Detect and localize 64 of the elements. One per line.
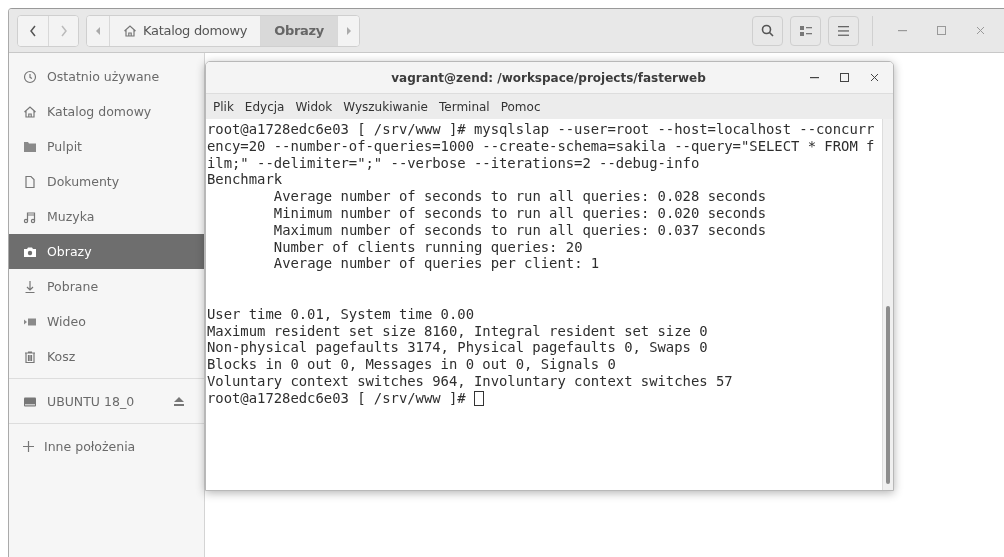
list-view-icon: [799, 25, 812, 36]
scroll-right-button[interactable]: [337, 15, 359, 46]
plus-icon: [23, 441, 34, 452]
home-icon: [123, 23, 137, 38]
view-toggle-button[interactable]: [790, 15, 821, 46]
back-icon: [29, 24, 37, 37]
menu-item[interactable]: Terminal: [439, 99, 490, 114]
window-title: vagrant@zend: /workspace/projects/fasterweb: [390, 70, 707, 85]
terminal-line: Maximum number of seconds to run all queries: 0.037 seconds: [272, 221, 767, 239]
right-triangle-icon: [346, 26, 351, 35]
sidebar-item[interactable]: Wideo: [9, 304, 204, 339]
sidebar-item[interactable]: Pobrane: [9, 269, 204, 304]
scrollbar[interactable]: [882, 119, 893, 490]
sidebar-item[interactable]: Dokumenty: [9, 164, 204, 199]
forward-button[interactable]: [48, 15, 78, 46]
home-icon: [23, 104, 37, 119]
eject-icon: [174, 397, 184, 406]
search-button[interactable]: [752, 15, 783, 46]
terminal-line: Minimum number of seconds to run all queries: 0.020 seconds: [272, 205, 767, 222]
close-icon: [976, 27, 984, 34]
menu-button[interactable]: [828, 15, 859, 46]
terminal-line: Benchmark: [207, 171, 283, 189]
maximize-icon: [936, 26, 946, 35]
sidebar-item[interactable]: Inne położenia: [9, 429, 204, 464]
menu-item[interactable]: Wyszukiwanie: [343, 99, 428, 114]
terminal-line: Number of clients running queries: 20: [272, 238, 583, 256]
terminal-line: Non-physical pagefaults 3174, Physical pagefaults 0, Swaps 0: [207, 339, 708, 357]
terminal-line: Average number of queries per client: 1: [272, 255, 600, 273]
terminal-line: ency=20 --number-of-queries=1000 --create-schema=sakila --query="SELECT * FROM f: [207, 137, 875, 155]
terminal-line: Voluntary context switches 964, Involuntary context switches 57: [207, 372, 733, 390]
path-button[interactable]: Obrazy: [260, 15, 337, 46]
search-icon: [761, 24, 774, 37]
left-triangle-icon: [95, 26, 101, 35]
sidebar-item[interactable]: Muzyka: [9, 199, 204, 234]
menu-item[interactable]: Pomoc: [500, 99, 541, 114]
sidebar-item[interactable]: Katalog domowy: [9, 94, 204, 129]
trash-icon: [23, 349, 37, 364]
terminal-line: ilm;" --delimiter=";" --verbose --iterations=2 --debug-info: [207, 154, 700, 172]
sidebar-item[interactable]: Pulpit: [9, 129, 204, 164]
menu-item[interactable]: Edycja: [244, 99, 285, 114]
sidebar-item[interactable]: Ostatnio używane: [9, 59, 204, 94]
sidebar-item[interactable]: Obrazy: [9, 234, 204, 269]
terminal-line: Blocks in 0 out 0, Messages in 0 out 0, Signals 0: [207, 356, 616, 373]
terminal-line: root@a1728edc6e03 [ /srv/www ]# mysqlslap --user=root --host=localhost --concurr: [207, 121, 875, 138]
menu-item[interactable]: Widok: [295, 99, 333, 114]
scrollbar-thumb[interactable]: [886, 306, 890, 484]
folder-icon: [23, 139, 37, 154]
terminal-line: User time 0.01, System time 0.00: [207, 305, 474, 323]
menu-icon: [838, 25, 849, 36]
document-icon: [23, 174, 37, 189]
terminal-line: Maximum resident set size 8160, Integral resident set size 0: [207, 322, 708, 340]
close-icon: [870, 74, 878, 81]
download-icon: [23, 279, 37, 294]
sidebar-item[interactable]: UBUNTU 18_0: [9, 384, 204, 419]
menu-item[interactable]: Plik: [213, 99, 234, 114]
minimize-icon: [897, 29, 907, 32]
music-note-icon: [23, 209, 37, 224]
maximize-icon: [839, 73, 849, 82]
sidebar-item[interactable]: Kosz: [9, 339, 204, 374]
terminal-prompt: root@a1728edc6e03 [ /srv/www ]#: [207, 389, 466, 407]
terminal-line: Average number of seconds to run all queries: 0.028 seconds: [272, 188, 767, 205]
minimize-icon: [809, 76, 819, 79]
clock-icon: [23, 69, 37, 84]
forward-icon: [59, 24, 68, 37]
